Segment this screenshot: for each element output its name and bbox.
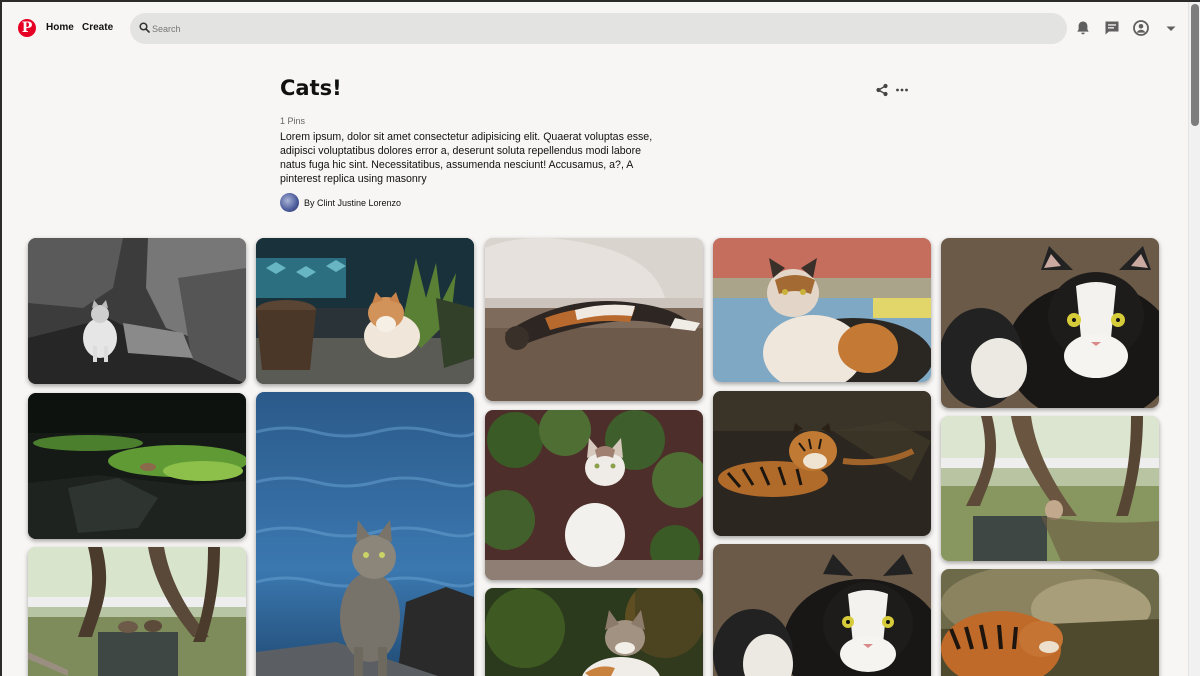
pin-image — [28, 547, 246, 676]
chat-icon[interactable] — [1103, 19, 1121, 37]
pin-image — [485, 410, 703, 580]
pin-image — [941, 416, 1159, 561]
pin-card[interactable] — [713, 238, 931, 382]
pin-image — [713, 238, 931, 382]
pin-card[interactable] — [485, 410, 703, 580]
board-description: Lorem ipsum, dolor sit amet consectetur … — [280, 131, 653, 185]
pin-image — [941, 238, 1159, 408]
pin-card[interactable] — [485, 238, 703, 401]
search-bar[interactable] — [130, 13, 1067, 44]
pin-card[interactable] — [256, 238, 474, 384]
search-icon — [139, 22, 150, 33]
pin-card[interactable] — [713, 544, 931, 676]
pin-card[interactable] — [28, 238, 246, 384]
pin-card[interactable] — [941, 569, 1159, 676]
pin-image — [256, 238, 474, 384]
pin-image — [485, 588, 703, 676]
scrollbar-thumb[interactable] — [1191, 4, 1199, 126]
page-scrollbar[interactable] — [1188, 2, 1200, 676]
pin-image — [713, 391, 931, 536]
pin-image — [28, 238, 246, 384]
pin-image — [941, 569, 1159, 676]
nav-home-link[interactable]: Home — [46, 22, 74, 33]
pinterest-board-page: P Home Create Cats! — [2, 2, 1188, 676]
chevron-down-icon[interactable] — [1162, 19, 1180, 37]
pin-card[interactable] — [28, 393, 246, 539]
pin-image — [28, 393, 246, 539]
pin-image — [256, 392, 474, 676]
share-icon[interactable] — [874, 82, 890, 98]
pin-card[interactable] — [28, 547, 246, 676]
ellipsis-icon[interactable] — [894, 82, 910, 98]
pin-card[interactable] — [713, 391, 931, 536]
nav-create-link[interactable]: Create — [82, 22, 113, 33]
top-navigation-bar: P Home Create — [2, 2, 1188, 56]
avatar[interactable] — [280, 193, 299, 212]
pin-count: 1 Pins — [280, 116, 306, 126]
board-author[interactable]: By Clint Justine Lorenzo — [304, 198, 401, 208]
bell-icon[interactable] — [1074, 19, 1092, 37]
pin-image — [713, 544, 931, 676]
pin-card[interactable] — [941, 416, 1159, 561]
pin-card[interactable] — [256, 392, 474, 676]
pin-card[interactable] — [485, 588, 703, 676]
pin-card[interactable] — [941, 238, 1159, 408]
pinterest-logo-icon[interactable]: P — [18, 19, 36, 37]
search-input[interactable] — [152, 19, 1032, 38]
user-icon[interactable] — [1132, 19, 1150, 37]
pin-image — [485, 238, 703, 401]
board-title: Cats! — [280, 76, 342, 100]
